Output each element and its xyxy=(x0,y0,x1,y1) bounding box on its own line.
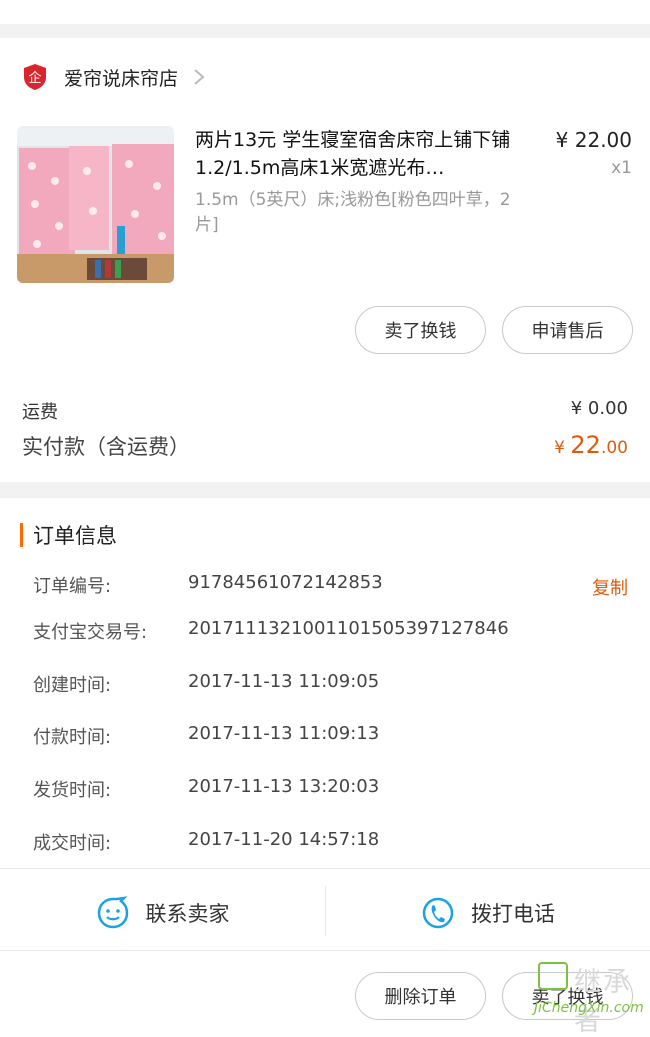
divider xyxy=(0,950,650,951)
paid-currency: ¥ xyxy=(554,438,571,458)
watermark-text: 继承者 xyxy=(574,967,632,1037)
order-item-card: 企 爱帘说床帘店 两片13元 学生寝室宿舍床帘上铺下铺1.2/1.5m高床1米宽… xyxy=(0,38,650,482)
unit-price: ¥ 22.00 xyxy=(555,128,632,152)
divider xyxy=(0,868,650,869)
delete-order-button[interactable]: 删除订单 xyxy=(355,972,486,1020)
apply-after-sale-button[interactable]: 申请售后 xyxy=(502,306,633,354)
call-phone-label: 拨打电话 xyxy=(471,902,555,926)
info-value: 2017-11-13 13:20:03 xyxy=(188,776,380,797)
info-label: 发货时间: xyxy=(33,780,112,801)
shipping-label: 运费 xyxy=(22,402,58,423)
shop-header[interactable]: 企 爱帘说床帘店 xyxy=(22,62,206,92)
chevron-right-icon xyxy=(194,69,205,85)
info-value: 2017111321001101505397127846 xyxy=(188,618,509,639)
contact-seller-label: 联系卖家 xyxy=(145,902,230,926)
section-accent-bar xyxy=(20,523,23,547)
alipay-trade-row: 支付宝交易号: 2017111321001101505397127846 xyxy=(33,618,633,648)
info-label: 订单编号: xyxy=(33,576,112,597)
section-title-text: 订单信息 xyxy=(33,524,117,548)
paid-time-row: 付款时间: 2017-11-13 11:09:13 xyxy=(33,723,633,753)
shipping-value: ¥ 0.00 xyxy=(570,398,628,419)
shipped-time-row: 发货时间: 2017-11-13 13:20:03 xyxy=(33,776,633,806)
sell-for-cash-button[interactable]: 卖了换钱 xyxy=(355,306,486,354)
info-label: 支付宝交易号: xyxy=(33,622,148,643)
paid-total-label: 实付款（含运费） xyxy=(22,435,190,459)
top-spacer xyxy=(0,0,650,24)
shop-name: 爱帘说床帘店 xyxy=(64,67,179,90)
paid-integer: 22 xyxy=(570,431,601,459)
info-value: 2017-11-13 11:09:05 xyxy=(188,671,380,692)
info-label: 付款时间: xyxy=(33,727,112,748)
watermark-url: JiChengXin.com xyxy=(534,1000,644,1016)
watermark: 继承者 JiChengXin.com xyxy=(534,958,650,1037)
enterprise-badge-icon: 企 xyxy=(24,64,46,90)
created-time-row: 创建时间: 2017-11-13 11:09:05 xyxy=(33,671,633,701)
info-value: 2017-11-20 14:57:18 xyxy=(188,829,380,850)
completed-time-row: 成交时间: 2017-11-20 14:57:18 xyxy=(33,829,633,859)
section-title: 订单信息 xyxy=(20,522,117,548)
call-phone-button[interactable]: 拨打电话 xyxy=(326,878,650,948)
info-value: 2017-11-13 11:09:13 xyxy=(188,723,380,744)
paid-total-value: ¥ 22.00 xyxy=(554,431,628,459)
phone-icon xyxy=(422,897,454,929)
product-spec: 1.5m（5英尺）床;浅粉色[粉色四叶草，2片] xyxy=(195,190,511,235)
order-number-row: 订单编号: 91784561072142853 xyxy=(33,572,633,602)
quantity: x1 xyxy=(611,158,632,178)
product-title[interactable]: 两片13元 学生寝室宿舍床帘上铺下铺1.2/1.5m高床1米宽遮光布… xyxy=(195,126,530,182)
paid-decimal: .00 xyxy=(600,438,628,458)
chat-smile-icon xyxy=(97,896,128,929)
product-thumbnail[interactable] xyxy=(17,126,174,283)
watermark-logo-icon xyxy=(538,962,568,990)
info-label: 成交时间: xyxy=(33,833,112,854)
order-info-card: 订单信息 复制 订单编号: 91784561072142853 支付宝交易号: … xyxy=(0,498,650,1037)
info-value: 91784561072142853 xyxy=(188,572,383,593)
svg-text:企: 企 xyxy=(28,70,41,86)
info-label: 创建时间: xyxy=(33,675,112,696)
contact-seller-button[interactable]: 联系卖家 xyxy=(0,878,325,948)
